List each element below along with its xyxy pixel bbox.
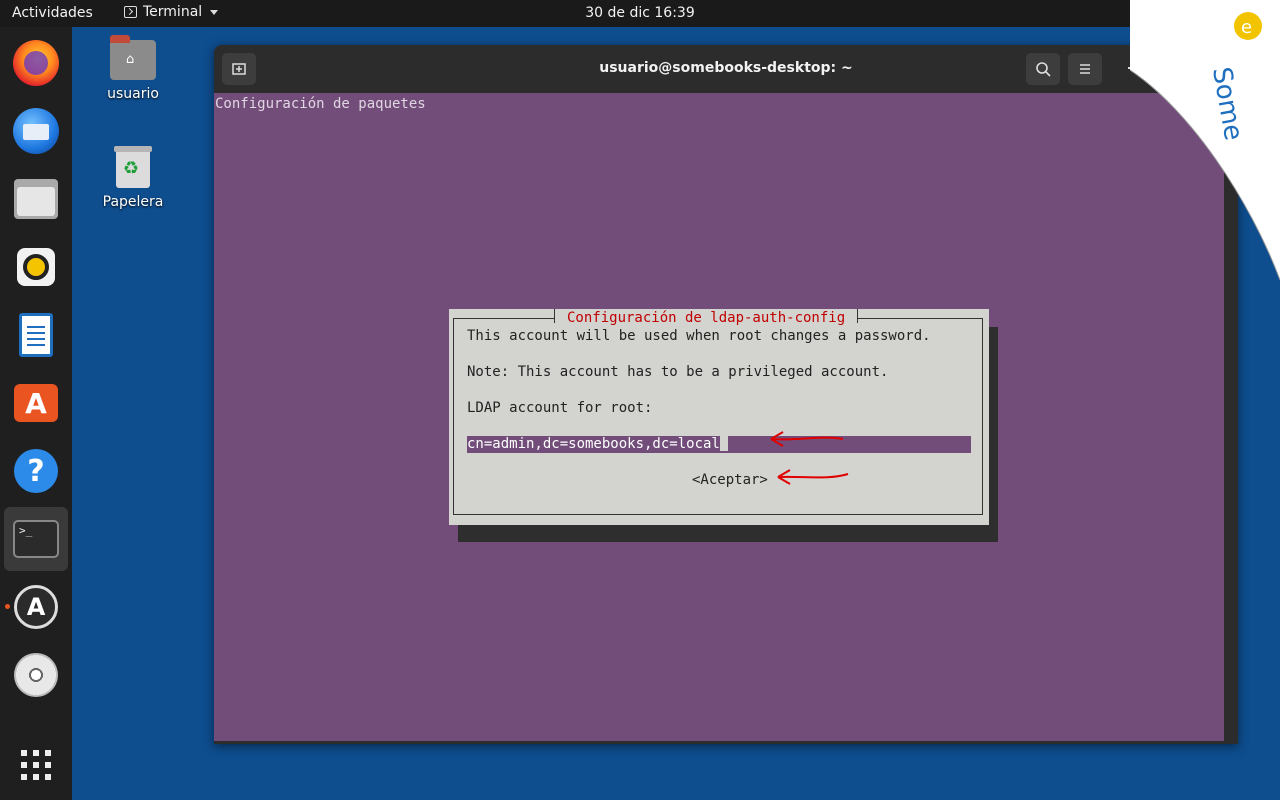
home-folder-label: usuario (107, 86, 159, 102)
dock-thunderbird[interactable] (4, 99, 68, 163)
files-icon (14, 179, 58, 219)
software-updater-icon: A (14, 585, 58, 629)
libreoffice-writer-icon (19, 313, 53, 357)
ldap-root-account-input[interactable]: cn=admin,dc=somebooks,dc=local (467, 436, 971, 453)
terminal-window: usuario@somebooks-desktop: ~ Configuraci… (214, 45, 1238, 744)
red-arrow-annotation-icon (777, 469, 849, 485)
home-folder-icon: ⌂ (110, 35, 156, 80)
thunderbird-icon (13, 108, 59, 154)
dock-writer[interactable] (4, 303, 68, 367)
desktop-home-folder[interactable]: ⌂ usuario (88, 35, 178, 102)
top-bar: Actividades Terminal 30 de dic 16:39 (0, 0, 1280, 27)
desktop-trash[interactable]: ♻ Papelera (88, 146, 178, 210)
ldap-config-dialog: Configuración de ldap-auth-config This a… (449, 309, 989, 525)
dock: A ? >_ A (0, 27, 72, 800)
dock-rhythmbox[interactable] (4, 235, 68, 299)
terminal-icon: >_ (13, 520, 59, 558)
text-cursor (719, 436, 728, 451)
dialog-line-1: This account will be used when root chan… (467, 328, 931, 344)
accept-button[interactable]: <Aceptar> (692, 472, 768, 488)
terminal-content[interactable]: Configuración de paquetes Configuración … (214, 93, 1224, 741)
clock[interactable]: 30 de dic 16:39 (0, 5, 1280, 21)
search-icon (1036, 62, 1051, 77)
hamburger-icon (1080, 64, 1090, 74)
show-apps-icon (21, 750, 51, 780)
firefox-icon (13, 40, 59, 86)
search-button[interactable] (1026, 53, 1060, 85)
dock-dvd[interactable] (4, 643, 68, 707)
dock-software-updater[interactable]: A (4, 575, 68, 639)
dock-help[interactable]: ? (4, 439, 68, 503)
trash-icon: ♻ (114, 146, 152, 188)
help-icon: ? (14, 449, 58, 493)
dock-terminal[interactable]: >_ (4, 507, 68, 571)
show-apps-button[interactable] (4, 733, 68, 797)
dock-software[interactable]: A (4, 371, 68, 435)
rhythmbox-icon (17, 248, 55, 286)
software-icon: A (14, 384, 58, 422)
dock-firefox[interactable] (4, 31, 68, 95)
dialog-line-2: Note: This account has to be a privilege… (467, 364, 889, 380)
watermark-page-curl-logo: e Some (1130, 0, 1280, 280)
dialog-title: Configuración de ldap-auth-config (554, 309, 859, 328)
window-titlebar[interactable]: usuario@somebooks-desktop: ~ (214, 45, 1238, 93)
dock-files[interactable] (4, 167, 68, 231)
trash-label: Papelera (102, 194, 164, 210)
red-arrow-annotation-icon (770, 431, 844, 447)
menu-button[interactable] (1068, 53, 1102, 85)
package-config-header: Configuración de paquetes (215, 96, 426, 112)
dialog-line-3: LDAP account for root: (467, 400, 653, 416)
svg-text:e: e (1241, 17, 1252, 38)
dvd-icon (14, 653, 58, 697)
ldap-root-account-value: cn=admin,dc=somebooks,dc=local (467, 436, 720, 452)
